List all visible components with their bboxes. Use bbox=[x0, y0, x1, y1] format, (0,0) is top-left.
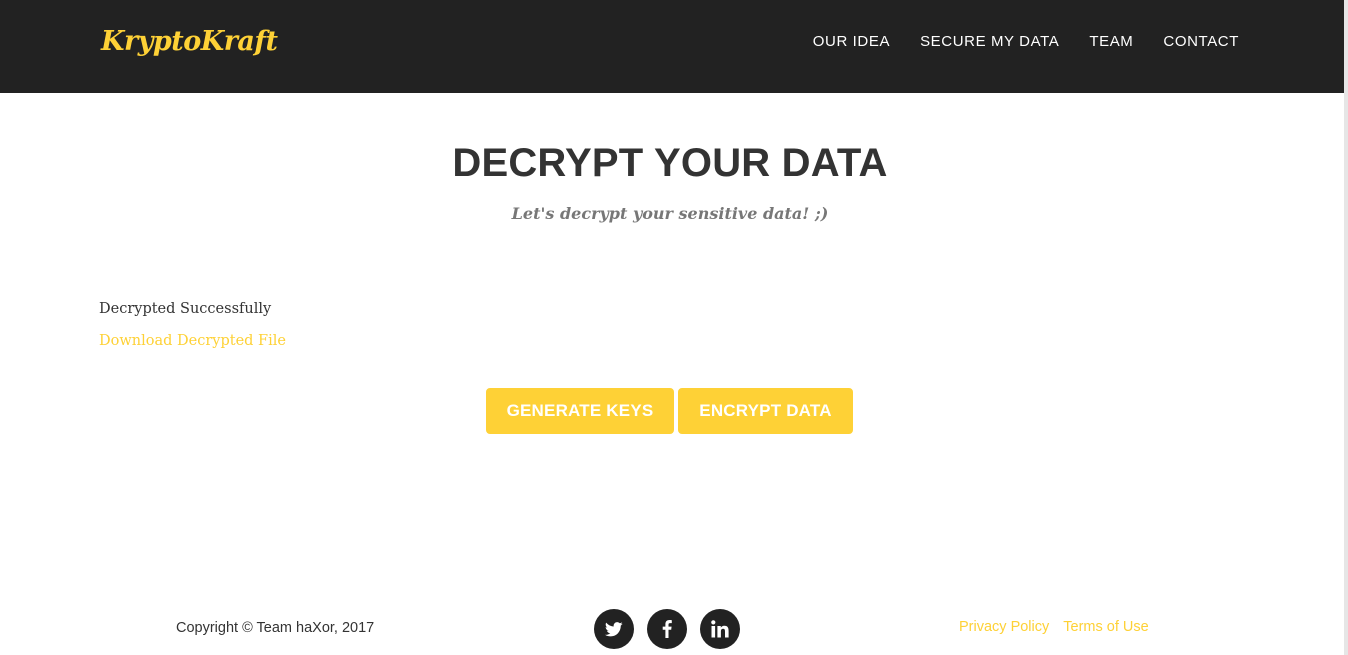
copyright-text: Copyright © Team haXor, 2017 bbox=[176, 620, 375, 636]
page-scrollbar[interactable] bbox=[1344, 0, 1348, 655]
facebook-link[interactable] bbox=[647, 609, 687, 649]
page-subtitle: Let's decrypt your sensitive data! ;) bbox=[511, 204, 829, 223]
facebook-icon bbox=[662, 620, 672, 638]
decrypt-status-message: Decrypted Successfully bbox=[99, 301, 272, 317]
footer-links: Privacy Policy Terms of Use bbox=[959, 619, 1149, 635]
encrypt-data-button[interactable]: ENCRYPT DATA bbox=[678, 388, 853, 434]
nav-link-contact[interactable]: CONTACT bbox=[1163, 33, 1239, 50]
linkedin-icon bbox=[711, 620, 729, 638]
linkedin-link[interactable] bbox=[700, 609, 740, 649]
nav-item-contact: CONTACT bbox=[1163, 33, 1239, 51]
brand-logo[interactable]: KryptoKraft bbox=[101, 26, 278, 57]
privacy-policy-link[interactable]: Privacy Policy bbox=[959, 619, 1049, 635]
nav-link-our-idea[interactable]: OUR IDEA bbox=[813, 33, 890, 50]
nav-link-secure-my-data[interactable]: SECURE MY DATA bbox=[920, 33, 1059, 50]
twitter-icon bbox=[605, 621, 623, 637]
download-decrypted-file-link[interactable]: Download Decrypted File bbox=[99, 333, 286, 349]
nav-item-secure-my-data: SECURE MY DATA bbox=[920, 33, 1059, 51]
nav-item-our-idea: OUR IDEA bbox=[813, 33, 890, 51]
navbar: KryptoKraft OUR IDEA SECURE MY DATA TEAM… bbox=[0, 0, 1344, 93]
nav-link-team[interactable]: TEAM bbox=[1089, 33, 1133, 50]
main-nav: OUR IDEA SECURE MY DATA TEAM CONTACT bbox=[813, 33, 1239, 51]
nav-item-team: TEAM bbox=[1089, 33, 1133, 51]
twitter-link[interactable] bbox=[594, 609, 634, 649]
terms-of-use-link[interactable]: Terms of Use bbox=[1063, 619, 1148, 635]
page-title: DECRYPT YOUR DATA bbox=[452, 141, 888, 185]
generate-keys-button[interactable]: GENERATE KEYS bbox=[486, 388, 674, 434]
